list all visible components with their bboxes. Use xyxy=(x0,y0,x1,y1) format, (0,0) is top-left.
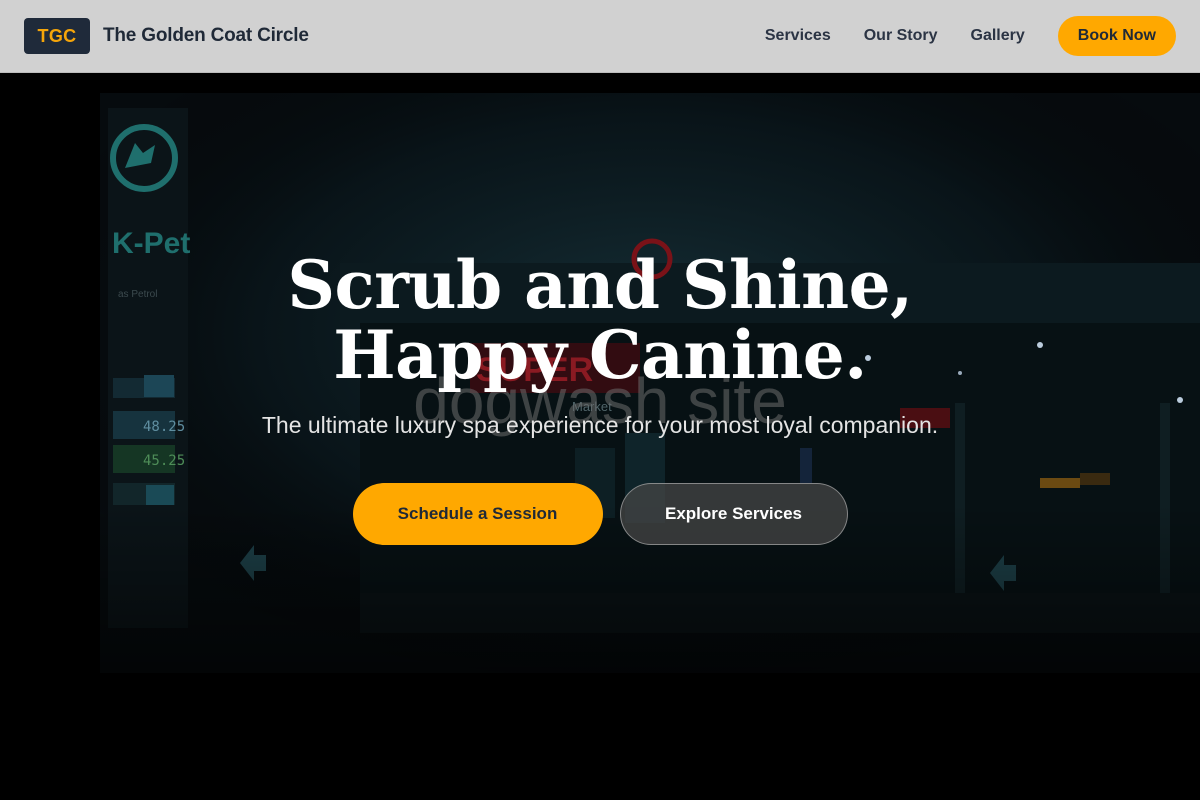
brand-name[interactable]: The Golden Coat Circle xyxy=(103,25,309,47)
hero-section: K-Pet as Petrol 48.25 45.25 SUPER Market xyxy=(0,73,1200,800)
book-now-button[interactable]: Book Now xyxy=(1057,16,1176,56)
hero-subtitle: The ultimate luxury spa experience for y… xyxy=(261,412,939,438)
hero-title: Scrub and Shine, Happy Canine. xyxy=(287,246,913,394)
nav-gallery[interactable]: Gallery xyxy=(971,27,1025,45)
brand[interactable]: TGC The Golden Coat Circle xyxy=(24,18,309,54)
logo-badge[interactable]: TGC xyxy=(24,18,90,54)
explore-services-button[interactable]: Explore Services xyxy=(619,483,848,545)
nav-our-story[interactable]: Our Story xyxy=(864,27,938,45)
main-nav: Services Our Story Gallery Book Now xyxy=(765,16,1176,56)
cta-row: Schedule a Session Explore Services xyxy=(352,483,848,545)
hero-content: Scrub and Shine, Happy Canine. The ultim… xyxy=(0,250,1200,545)
site-header: TGC The Golden Coat Circle Services Our … xyxy=(0,0,1200,73)
schedule-session-button[interactable]: Schedule a Session xyxy=(352,483,603,545)
nav-services[interactable]: Services xyxy=(765,27,831,45)
